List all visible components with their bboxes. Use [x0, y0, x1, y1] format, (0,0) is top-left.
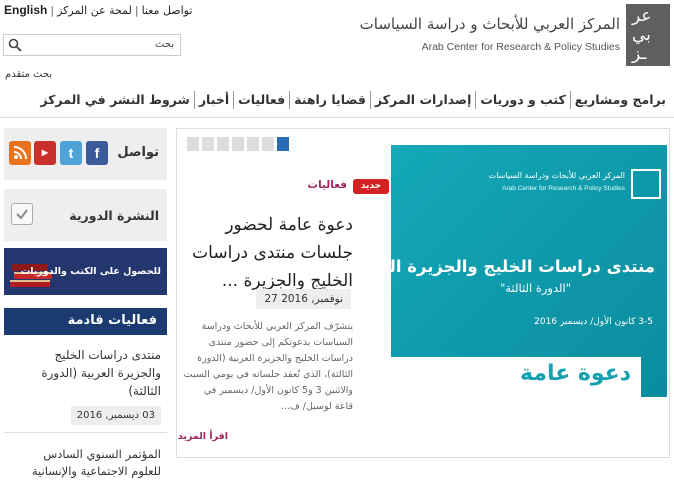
search-icon[interactable] [8, 38, 22, 52]
feature-date: 27 نوفمبر, 2016 [256, 289, 351, 309]
poster-logo-icon [631, 169, 661, 199]
poster-dates: 3-5 كانون الأول/ ديسمبر 2016 [534, 317, 653, 327]
nav-events[interactable]: فعاليات [233, 91, 289, 109]
checkmark-icon[interactable] [11, 203, 33, 225]
poster-logo-english: Arab Center for Research & Policy Studie… [502, 185, 625, 192]
event-title[interactable]: منتدى دراسات الخليج والجزيرة العربية (ال… [4, 340, 167, 400]
nav-publishing-terms[interactable]: شروط النشر في المركز [36, 91, 193, 109]
youtube-icon[interactable]: ▶ [34, 141, 56, 165]
newsletter-title: النشرة الدورية [69, 208, 159, 223]
feature-image[interactable]: المركز العربي للأبحاث ودراسة السياسات Ar… [391, 145, 667, 397]
poster-logo-arabic: المركز العربي للأبحاث ودراسة السياسات [488, 171, 625, 180]
poster-callout: دعوة عامة [391, 357, 641, 397]
new-badge: جديد [353, 179, 389, 194]
books-banner-text: للحصول على الكتب والدوريات [20, 266, 161, 277]
logo-mark-text: بي [632, 25, 651, 45]
facebook-icon[interactable]: f [86, 141, 108, 165]
poster-subheading: "الدورة الثالثة" [500, 281, 571, 295]
slider-dot[interactable] [247, 137, 259, 151]
nav-publications[interactable]: إصدارات المركز [369, 91, 475, 109]
slider-dot[interactable] [187, 137, 199, 151]
event-title[interactable]: المؤتمر السنوي السادس للعلوم الاجتماعية … [4, 446, 167, 480]
divider [4, 432, 167, 433]
nav-divider [0, 117, 674, 118]
logo-mark-text: ـز [632, 44, 647, 64]
contact-link[interactable]: تواصل معنا [142, 4, 193, 17]
twitter-icon[interactable]: t [60, 141, 82, 165]
slider-dot[interactable] [217, 137, 229, 151]
search-input[interactable]: بحث [3, 34, 181, 56]
feature-excerpt: يتشرّف المركز العربي للأبحاث ودراسة السي… [183, 321, 353, 412]
nav-books[interactable]: كتب و دوريات [475, 91, 569, 109]
list-item[interactable]: المؤتمر السنوي السادس للعلوم الاجتماعية … [4, 446, 167, 480]
separator: | [50, 4, 55, 17]
poster-heading: منتدى دراسات الخليج والجزيرة العربية [391, 257, 655, 276]
slider-dot[interactable] [202, 137, 214, 151]
top-links: English | تواصل معنا|لمحة عن المركز [4, 3, 192, 17]
logo-english-name: Arab Center for Research & Policy Studie… [421, 41, 620, 53]
list-item[interactable]: منتدى دراسات الخليج والجزيرة العربية (ال… [4, 340, 167, 425]
about-link[interactable]: لمحة عن المركز [57, 4, 132, 17]
read-more-link[interactable]: اقرأ المزيد [178, 431, 228, 442]
rss-icon[interactable] [9, 141, 31, 165]
nav-current-issues[interactable]: قضايا راهنة [289, 91, 370, 109]
upcoming-events-header: فعاليات قادمة [4, 308, 167, 335]
feature-category[interactable]: فعاليات [308, 179, 347, 191]
newsletter-box[interactable]: النشرة الدورية [4, 189, 167, 241]
poster-callout-text: دعوة عامة [519, 361, 631, 386]
logo-arabic-name: المركز العربي للأبحاث و دراسة السياسات [359, 15, 620, 33]
logo-mark[interactable]: عر بي ـز [626, 4, 670, 66]
slider-dots [187, 137, 289, 151]
search-placeholder: بحث [154, 39, 174, 50]
nav-programs[interactable]: برامج ومشاريع [569, 91, 670, 109]
social-box: تواصل f t ▶ [4, 128, 167, 180]
upcoming-events-title: فعاليات قادمة [67, 313, 157, 328]
logo-mark-text: عر [632, 6, 652, 26]
feature-title[interactable]: دعوة عامة لحضور جلسات منتدى دراسات الخلي… [183, 211, 353, 295]
books-banner[interactable]: للحصول على الكتب والدوريات [4, 248, 167, 295]
event-date: 03 ديسمبر, 2016 [70, 406, 161, 425]
featured-slider: فعاليات جديد دعوة عامة لحضور جلسات منتدى… [176, 128, 670, 458]
advanced-search-link[interactable]: بحث متقدم [5, 69, 52, 80]
nav-news[interactable]: أخبار [193, 91, 233, 109]
slider-dot[interactable] [232, 137, 244, 151]
separator: | [134, 4, 139, 17]
social-title: تواصل [117, 145, 159, 160]
english-link[interactable]: English [4, 3, 47, 17]
slider-dot[interactable] [262, 137, 274, 151]
slider-dot-active[interactable] [277, 137, 289, 151]
main-nav: برامج ومشاريع كتب و دوريات إصدارات المرك… [36, 86, 670, 114]
